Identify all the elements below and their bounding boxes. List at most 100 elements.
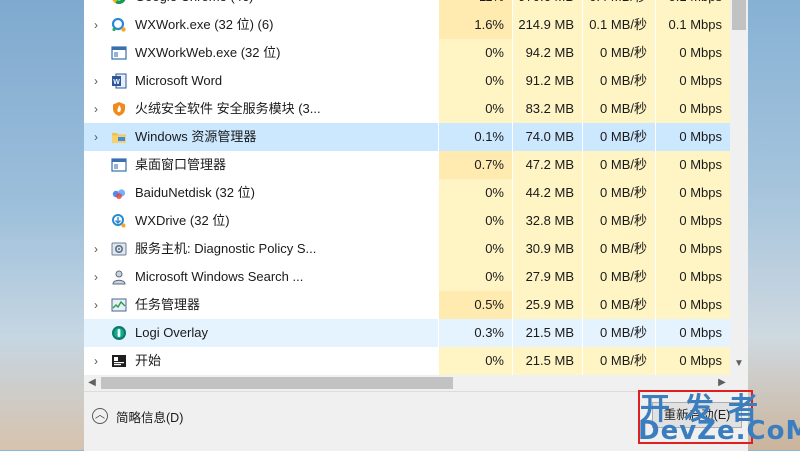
process-row[interactable]: › WXWork.exe (32 位) (6) 1.6% 214.9 MB 0.1 MB… (84, 11, 730, 39)
process-row[interactable]: › 任务管理器 0.5% 25.9 MB 0 MB/秒 0 Mbps (84, 291, 730, 319)
disk-value: 0.4 MB/秒 (582, 0, 655, 11)
process-row[interactable]: WXDrive (32 位) 0% 32.8 MB 0 MB/秒 0 Mbps (84, 207, 730, 235)
memory-value: 25.9 MB (512, 291, 582, 319)
fewer-details-toggle[interactable]: ︿ 简略信息(D) (92, 406, 183, 426)
process-row[interactable]: › W Microsoft Word 0% 91.2 MB 0 MB/秒 0 Mbps (84, 67, 730, 95)
process-row[interactable]: › 开始 0% 21.5 MB 0 MB/秒 0 Mbps (84, 347, 730, 375)
disk-value: 0.1 MB/秒 (582, 11, 655, 39)
process-name-cell[interactable]: › Windows 资源管理器 (84, 123, 438, 151)
cpu-value: 1.6% (438, 11, 512, 39)
baidunetdisk-icon (111, 185, 127, 201)
memory-value: 47.2 MB (512, 151, 582, 179)
cpu-value: 0.3% (438, 319, 512, 347)
memory-value: 32.8 MB (512, 207, 582, 235)
chevron-right-icon[interactable]: › (89, 67, 103, 95)
chevron-right-icon[interactable]: › (89, 263, 103, 291)
chevron-right-icon[interactable]: › (89, 347, 103, 375)
cpu-value: 0% (438, 179, 512, 207)
cpu-value: 0% (438, 263, 512, 291)
process-name-cell[interactable]: WXWorkWeb.exe (32 位) (84, 39, 438, 67)
process-name: WXDrive (32 位) (135, 213, 230, 228)
chevron-up-icon: ︿ (92, 408, 108, 424)
memory-value: 21.5 MB (512, 319, 582, 347)
process-row[interactable]: › Windows 资源管理器 0.1% 74.0 MB 0 MB/秒 0 Mbps (84, 123, 730, 151)
chevron-right-icon[interactable]: › (89, 235, 103, 263)
process-row[interactable]: › 火绒安全软件 安全服务模块 (3... 0% 83.2 MB 0 MB/秒 0 Mbp… (84, 95, 730, 123)
task-manager-window: ›Google Chrome (46)11%970.6 MB0.4 MB/秒0.… (84, 0, 748, 451)
memory-value: 74.0 MB (512, 123, 582, 151)
search-indexer-icon (111, 269, 127, 285)
cpu-value: 0.7% (438, 151, 512, 179)
network-value: 0.1 Mbps (655, 0, 730, 11)
disk-value: 0 MB/秒 (582, 319, 655, 347)
desktop-wallpaper-right (748, 0, 800, 450)
process-name: Microsoft Word (135, 73, 223, 88)
network-value: 0 Mbps (655, 207, 730, 235)
memory-value: 27.9 MB (512, 263, 582, 291)
task-manager-icon (111, 297, 127, 313)
process-name-cell[interactable]: BaiduNetdisk (32 位) (84, 179, 438, 207)
process-row[interactable]: Logi Overlay 0.3% 21.5 MB 0 MB/秒 0 Mbps (84, 319, 730, 347)
process-row[interactable]: › Microsoft Windows Search ... 0% 27.9 MB 0 … (84, 263, 730, 291)
disk-value: 0 MB/秒 (582, 67, 655, 95)
process-row[interactable]: › Google Chrome (46) 11%970.6 MB0.4 MB/秒0.… (84, 0, 730, 11)
process-name-cell[interactable]: Logi Overlay (84, 319, 438, 347)
huorong-icon (111, 101, 127, 117)
network-value: 0 Mbps (655, 151, 730, 179)
start-icon (111, 353, 127, 369)
app-window-icon (111, 45, 127, 61)
cpu-value: 0% (438, 235, 512, 263)
process-name-cell[interactable]: WXDrive (32 位) (84, 207, 438, 235)
process-name-cell[interactable]: › 开始 (84, 347, 438, 375)
memory-value: 83.2 MB (512, 95, 582, 123)
memory-value: 214.9 MB (512, 11, 582, 39)
network-value: 0 Mbps (655, 95, 730, 123)
network-value: 0.1 Mbps (655, 11, 730, 39)
vertical-scroll-thumb[interactable] (732, 0, 746, 30)
chevron-right-icon[interactable]: › (89, 0, 103, 11)
memory-value: 44.2 MB (512, 179, 582, 207)
disk-value: 0 MB/秒 (582, 151, 655, 179)
process-row[interactable]: › 服务主机: Diagnostic Policy S... 0% 30.9 MB 0 … (84, 235, 730, 263)
network-value: 0 Mbps (655, 263, 730, 291)
memory-value: 91.2 MB (512, 67, 582, 95)
process-name-cell[interactable]: 桌面窗口管理器 (84, 151, 438, 179)
disk-value: 0 MB/秒 (582, 95, 655, 123)
process-name: WXWork.exe (32 位) (6) (135, 17, 274, 32)
chevron-right-icon[interactable]: › (89, 123, 103, 151)
process-row[interactable]: 桌面窗口管理器 0.7% 47.2 MB 0 MB/秒 0 Mbps (84, 151, 730, 179)
cpu-value: 11% (438, 0, 512, 11)
wxdrive-icon (111, 213, 127, 229)
vertical-scrollbar[interactable]: ▼ (730, 0, 748, 375)
process-name-cell[interactable]: › W Microsoft Word (84, 67, 438, 95)
process-name: BaiduNetdisk (32 位) (135, 185, 255, 200)
process-name-cell[interactable]: › Microsoft Windows Search ... (84, 263, 438, 291)
scroll-left-arrow-icon[interactable]: ◀ (84, 375, 100, 391)
cpu-value: 0% (438, 347, 512, 375)
chevron-right-icon[interactable]: › (89, 291, 103, 319)
process-name-cell[interactable]: › 服务主机: Diagnostic Policy S... (84, 235, 438, 263)
chevron-right-icon[interactable]: › (89, 11, 103, 39)
wxwork-icon (111, 17, 127, 33)
horizontal-scroll-thumb[interactable] (101, 377, 453, 389)
app-window-icon (111, 157, 127, 173)
svg-text:W: W (113, 79, 120, 86)
process-name: 服务主机: Diagnostic Policy S... (135, 241, 317, 256)
word-icon: W (111, 73, 127, 89)
network-value: 0 Mbps (655, 179, 730, 207)
chevron-right-icon[interactable]: › (89, 95, 103, 123)
process-name-cell[interactable]: › Google Chrome (46) (84, 0, 438, 11)
process-name-cell[interactable]: › WXWork.exe (32 位) (6) (84, 11, 438, 39)
process-row[interactable]: BaiduNetdisk (32 位) 0% 44.2 MB 0 MB/秒 0 Mbps (84, 179, 730, 207)
memory-value: 30.9 MB (512, 235, 582, 263)
process-name-cell[interactable]: › 火绒安全软件 安全服务模块 (3... (84, 95, 438, 123)
network-value: 0 Mbps (655, 39, 730, 67)
cpu-value: 0% (438, 207, 512, 235)
process-row[interactable]: WXWorkWeb.exe (32 位) 0% 94.2 MB 0 MB/秒 0 Mbp… (84, 39, 730, 67)
disk-value: 0 MB/秒 (582, 291, 655, 319)
process-name-cell[interactable]: › 任务管理器 (84, 291, 438, 319)
scroll-down-arrow-icon[interactable]: ▼ (730, 355, 748, 373)
process-name: 开始 (135, 353, 162, 368)
process-name: Microsoft Windows Search ... (135, 269, 304, 284)
memory-value: 94.2 MB (512, 39, 582, 67)
